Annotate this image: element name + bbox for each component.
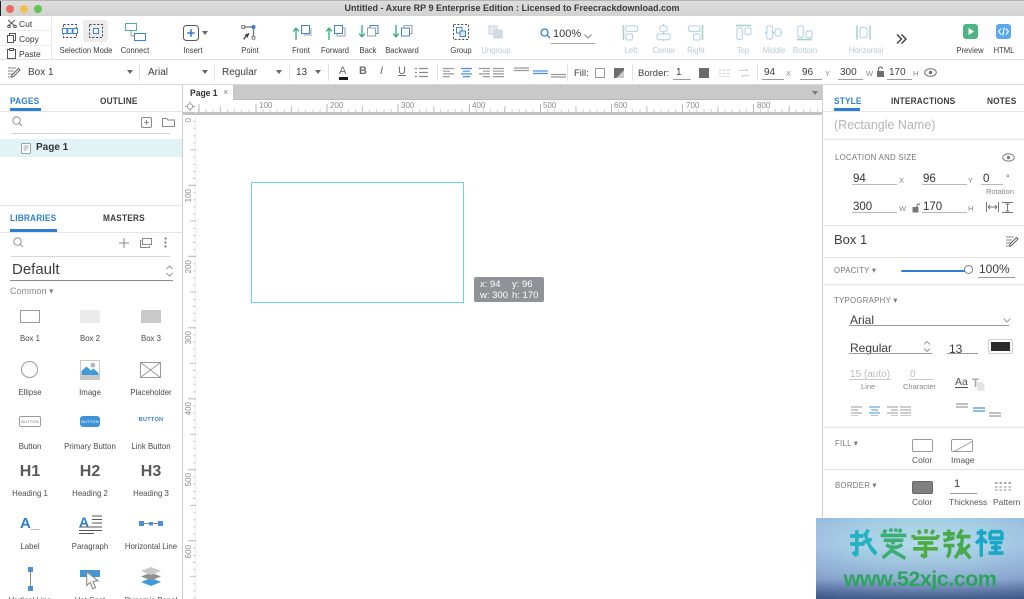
svg-text:A: A (79, 514, 89, 530)
svg-text:T: T (972, 378, 979, 390)
